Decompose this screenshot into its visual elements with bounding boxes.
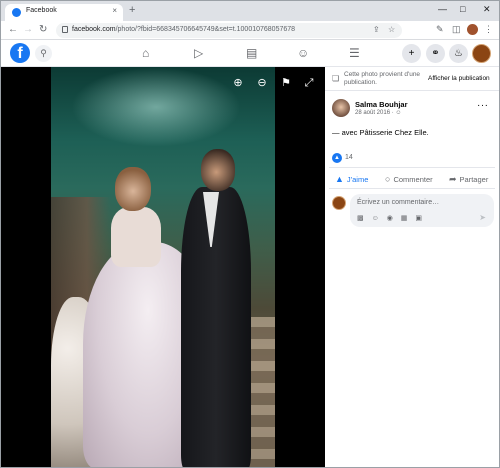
post-notice: ❏ Cette photo provient d'une publication… xyxy=(325,67,499,91)
window-close-icon[interactable]: ✕ xyxy=(483,4,491,15)
avatar-sticker-icon[interactable]: ▩ xyxy=(357,215,364,222)
like-reaction-icon: ▲ xyxy=(332,153,342,163)
share-icon[interactable]: ⇪ xyxy=(373,25,380,34)
commenter-avatar[interactable] xyxy=(332,196,346,210)
notice-text: Cette photo provient d'une publication. xyxy=(344,71,421,86)
lock-icon xyxy=(62,26,68,33)
facebook-logo-icon[interactable]: f xyxy=(10,43,30,63)
share-button[interactable]: ➦ Partager xyxy=(449,174,488,185)
comment-icon: ○ xyxy=(385,174,391,184)
comment-placeholder: Écrivez un commentaire… xyxy=(357,199,440,206)
zoom-out-icon[interactable]: ⊖ xyxy=(254,75,270,91)
url-text: facebook.com/photo/?fbid=668345706645749… xyxy=(72,26,296,33)
facebook-favicon-icon xyxy=(12,8,21,17)
post-date[interactable]: 28 août 2016 · ☺ xyxy=(355,110,402,116)
forward-icon[interactable]: → xyxy=(23,24,33,35)
fullscreen-icon[interactable]: ⤢ xyxy=(301,75,317,91)
author-name[interactable]: Salma Bouhjar xyxy=(355,100,408,109)
tab-strip: Facebook × + — □ ✕ xyxy=(1,1,499,21)
send-icon[interactable]: ➤ xyxy=(479,213,486,222)
messenger-icon[interactable]: ⚭ xyxy=(426,44,445,63)
account-avatar[interactable] xyxy=(472,44,491,63)
minimize-icon[interactable]: — xyxy=(438,4,447,14)
profile-avatar[interactable] xyxy=(467,24,478,35)
reload-icon[interactable]: ↻ xyxy=(39,24,47,35)
post-sidebar: ❏ Cette photo provient d'une publication… xyxy=(325,67,499,467)
sticker-icon[interactable]: ▣ xyxy=(415,215,422,222)
notifications-icon[interactable]: ♨ xyxy=(449,44,468,63)
gif-icon[interactable]: ▦ xyxy=(401,215,408,222)
tag-icon[interactable]: ⚑ xyxy=(278,75,294,91)
new-tab-button[interactable]: + xyxy=(129,4,135,16)
comment-tools: ▩ ☺ ◉ ▦ ▣ xyxy=(357,214,428,222)
friends-audience-icon: ☺ xyxy=(395,110,402,116)
browser-toolbar: ← → ↻ facebook.com/photo/?fbid=668345706… xyxy=(1,21,499,40)
copy-icon: ❏ xyxy=(332,74,340,83)
browser-menu-icon[interactable]: ⋮ xyxy=(484,24,493,35)
more-options-button[interactable]: ··· xyxy=(477,100,489,111)
reaction-count: 14 xyxy=(345,154,353,161)
camera-icon[interactable]: ◉ xyxy=(387,215,393,222)
star-icon[interactable]: ☆ xyxy=(388,25,395,34)
share-arrow-icon: ➦ xyxy=(449,174,457,184)
tab-title: Facebook xyxy=(26,7,57,14)
post-actions: ▲ J'aime ○ Commenter ➦ Partager xyxy=(329,167,495,189)
emoji-icon[interactable]: ☺ xyxy=(372,215,379,222)
author-avatar[interactable] xyxy=(332,99,350,117)
extensions-icon[interactable]: ✎ xyxy=(436,24,444,35)
create-icon[interactable]: + xyxy=(402,44,421,63)
tab-facebook[interactable]: Facebook × xyxy=(5,4,123,21)
view-post-link[interactable]: Afficher la publication xyxy=(428,75,490,82)
thumbs-up-icon: ▲ xyxy=(335,174,344,184)
comment-input[interactable]: Écrivez un commentaire… ▩ ☺ ◉ ▦ ▣ ➤ xyxy=(350,194,494,227)
zoom-in-icon[interactable]: ⊕ xyxy=(230,75,246,91)
browser-window: Facebook × + — □ ✕ ← → ↻ facebook.com/ph… xyxy=(0,0,500,468)
facebook-header: f ⚲ ⌂ ▷ ▤ ☺ ☰ + ⚭ ♨ xyxy=(1,40,499,67)
wedding-photo xyxy=(51,67,275,467)
comment-button[interactable]: ○ Commenter xyxy=(385,174,433,184)
maximize-icon[interactable]: □ xyxy=(460,4,465,14)
groups-icon[interactable]: ☺ xyxy=(297,46,309,60)
tab-close-icon[interactable]: × xyxy=(112,6,117,15)
watch-icon[interactable]: ▷ xyxy=(194,46,203,60)
post-caption: — avec Pâtisserie Chez Elle. xyxy=(332,128,429,137)
address-bar[interactable]: facebook.com/photo/?fbid=668345706645749… xyxy=(56,23,402,38)
menu-icon[interactable]: ☰ xyxy=(349,46,360,60)
photo-viewer: ⊕ ⊖ ⚑ ⤢ xyxy=(1,67,325,467)
back-icon[interactable]: ← xyxy=(8,24,18,35)
marketplace-icon[interactable]: ▤ xyxy=(246,46,257,60)
sidepanel-icon[interactable]: ◫ xyxy=(452,24,461,35)
home-icon[interactable]: ⌂ xyxy=(142,46,149,60)
like-button[interactable]: ▲ J'aime xyxy=(335,174,368,184)
search-icon[interactable]: ⚲ xyxy=(35,45,52,62)
